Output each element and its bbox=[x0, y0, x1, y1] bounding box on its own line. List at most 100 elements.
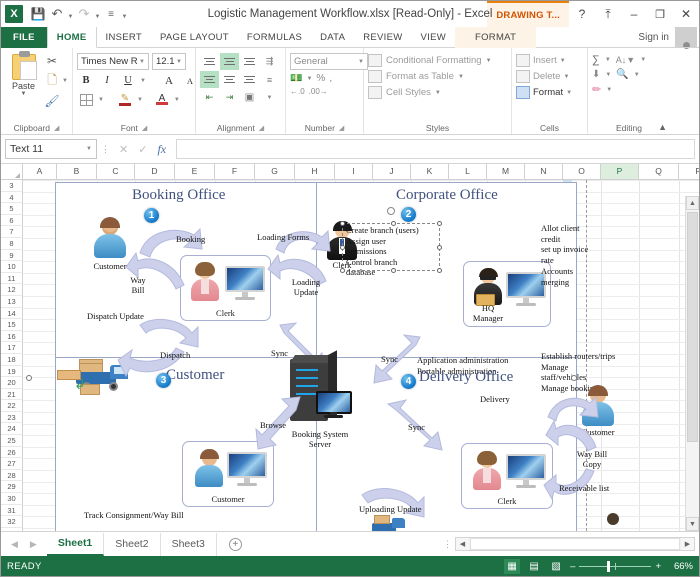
cell-styles-button[interactable]: Cell Styles ▼ bbox=[368, 86, 492, 99]
column-header-h[interactable]: H bbox=[295, 164, 335, 180]
column-header-f[interactable]: F bbox=[215, 164, 255, 180]
row-header-6[interactable]: 6 bbox=[1, 215, 23, 227]
italic-button[interactable]: I bbox=[98, 72, 116, 89]
column-header-n[interactable]: N bbox=[525, 164, 563, 180]
find-select-button[interactable]: 🔍 bbox=[616, 69, 628, 80]
tab-view[interactable]: VIEW bbox=[412, 27, 455, 48]
paste-button[interactable]: Paste ▼ bbox=[5, 51, 42, 97]
zoom-level-label[interactable]: 66% bbox=[667, 561, 693, 572]
row-header-24[interactable]: 24 bbox=[1, 423, 23, 435]
object-anchor-handle-left[interactable] bbox=[26, 375, 32, 381]
font-color-button[interactable]: A bbox=[153, 91, 171, 108]
selection-handle-ne[interactable] bbox=[437, 221, 442, 226]
page-break-preview-button[interactable]: ▧ bbox=[548, 559, 564, 574]
column-header-a[interactable]: A bbox=[23, 164, 57, 180]
font-name-combo[interactable]: Times New R ▼ bbox=[77, 53, 149, 70]
row-header-22[interactable]: 22 bbox=[1, 400, 23, 412]
number-dialog-launcher-icon[interactable]: ◢ bbox=[339, 124, 344, 132]
row-header-33[interactable]: 33 bbox=[1, 528, 23, 531]
normal-view-button[interactable]: ▦ bbox=[504, 559, 520, 574]
ribbon-display-options-icon[interactable]: ⤒ bbox=[595, 1, 621, 27]
hscroll-right-button[interactable]: ▶ bbox=[681, 538, 694, 550]
column-header-j[interactable]: J bbox=[373, 164, 411, 180]
tab-page-layout[interactable]: PAGE LAYOUT bbox=[151, 27, 238, 48]
horizontal-scrollbar-thumb[interactable] bbox=[470, 538, 680, 550]
wrap-text-button[interactable]: ≡ bbox=[260, 71, 279, 88]
page-layout-view-button[interactable]: ▤ bbox=[526, 559, 542, 574]
enter-formula-icon[interactable]: ✓ bbox=[138, 143, 147, 156]
row-header-21[interactable]: 21 bbox=[1, 389, 23, 401]
borders-dropdown-icon[interactable]: ▼ bbox=[98, 97, 104, 103]
undo-dropdown-icon[interactable]: ▼ bbox=[67, 5, 74, 23]
copy-button[interactable]: 🗋▼ bbox=[44, 72, 68, 90]
align-right-button[interactable] bbox=[240, 71, 259, 88]
zoom-slider[interactable]: – + bbox=[570, 561, 661, 572]
row-header-3[interactable]: 3 bbox=[1, 180, 23, 192]
row-header-25[interactable]: 25 bbox=[1, 435, 23, 447]
redo-icon[interactable]: ↷ bbox=[75, 5, 93, 23]
align-middle-button[interactable] bbox=[220, 53, 239, 70]
column-header-r[interactable]: R bbox=[679, 164, 699, 180]
insert-cells-button[interactable]: Insert ▼ bbox=[516, 54, 572, 67]
vertical-scrollbar-thumb[interactable] bbox=[687, 212, 698, 442]
help-icon[interactable]: ? bbox=[569, 1, 595, 27]
orientation-button[interactable]: ⇶ bbox=[260, 53, 279, 70]
scroll-up-button[interactable]: ▲ bbox=[686, 196, 699, 210]
vertical-scrollbar[interactable]: ▲ ▼ bbox=[685, 196, 699, 531]
underline-dropdown-icon[interactable]: ▼ bbox=[140, 78, 146, 84]
selection-handle-w[interactable] bbox=[340, 245, 345, 250]
row-header-15[interactable]: 15 bbox=[1, 319, 23, 331]
delivery-clerk-card[interactable]: Clerk bbox=[461, 443, 553, 509]
column-header-m[interactable]: M bbox=[487, 164, 525, 180]
increase-font-size-button[interactable]: A bbox=[160, 72, 178, 89]
font-color-dropdown-icon[interactable]: ▼ bbox=[174, 97, 180, 103]
decrease-indent-button[interactable]: ⇤ bbox=[200, 89, 219, 106]
row-header-20[interactable]: 20 bbox=[1, 377, 23, 389]
align-center-button[interactable] bbox=[220, 71, 239, 88]
minimize-icon[interactable]: – bbox=[621, 1, 647, 27]
tab-file[interactable]: FILE bbox=[1, 27, 47, 48]
percent-style-button[interactable]: % bbox=[316, 73, 325, 84]
row-header-7[interactable]: 7 bbox=[1, 226, 23, 238]
bold-button[interactable]: B bbox=[77, 72, 95, 89]
undo-icon[interactable]: ↶ bbox=[48, 5, 66, 23]
row-header-5[interactable]: 5 bbox=[1, 203, 23, 215]
selection-handle-e[interactable] bbox=[437, 245, 442, 250]
column-header-d[interactable]: D bbox=[135, 164, 175, 180]
row-header-4[interactable]: 4 bbox=[1, 192, 23, 204]
workflow-diagram[interactable]: Booking Office 1 Customer bbox=[55, 182, 577, 531]
comma-style-button[interactable]: , bbox=[329, 73, 332, 84]
previous-sheet-icon[interactable]: ◀ bbox=[11, 539, 18, 550]
decrease-decimal-button[interactable]: .00→ bbox=[309, 87, 328, 96]
insert-chevron-down-icon[interactable]: ▼ bbox=[560, 58, 566, 64]
row-header-19[interactable]: 19 bbox=[1, 366, 23, 378]
cut-button[interactable]: ✂ bbox=[44, 52, 68, 70]
formula-input[interactable] bbox=[176, 139, 695, 159]
column-header-l[interactable]: L bbox=[449, 164, 487, 180]
conditional-formatting-button[interactable]: Conditional Formatting ▼ bbox=[368, 54, 492, 67]
column-header-o[interactable]: O bbox=[563, 164, 601, 180]
clear-chevron-down-icon[interactable]: ▼ bbox=[606, 87, 612, 93]
column-header-b[interactable]: B bbox=[57, 164, 97, 180]
row-header-27[interactable]: 27 bbox=[1, 458, 23, 470]
row-header-9[interactable]: 9 bbox=[1, 250, 23, 262]
row-header-12[interactable]: 12 bbox=[1, 284, 23, 296]
selection-handle-nw[interactable] bbox=[340, 221, 345, 226]
align-bottom-button[interactable] bbox=[240, 53, 259, 70]
row-header-23[interactable]: 23 bbox=[1, 412, 23, 424]
clipboard-dialog-launcher-icon[interactable]: ◢ bbox=[54, 124, 59, 132]
tab-formulas[interactable]: FORMULAS bbox=[238, 27, 311, 48]
delete-cells-button[interactable]: Delete ▼ bbox=[516, 70, 572, 83]
tab-insert[interactable]: INSERT bbox=[97, 27, 151, 48]
restore-icon[interactable]: ❐ bbox=[647, 1, 673, 27]
clear-button[interactable]: ✏ bbox=[592, 83, 601, 96]
row-header-14[interactable]: 14 bbox=[1, 308, 23, 320]
underline-button[interactable]: U bbox=[119, 72, 137, 89]
tab-review[interactable]: REVIEW bbox=[354, 27, 411, 48]
row-header-28[interactable]: 28 bbox=[1, 470, 23, 482]
sort-filter-chevron-down-icon[interactable]: ▼ bbox=[640, 57, 646, 63]
autosum-button[interactable]: ∑ bbox=[592, 54, 600, 66]
column-header-c[interactable]: C bbox=[97, 164, 135, 180]
find-select-chevron-down-icon[interactable]: ▼ bbox=[634, 72, 640, 78]
tab-home[interactable]: HOME bbox=[47, 27, 97, 48]
